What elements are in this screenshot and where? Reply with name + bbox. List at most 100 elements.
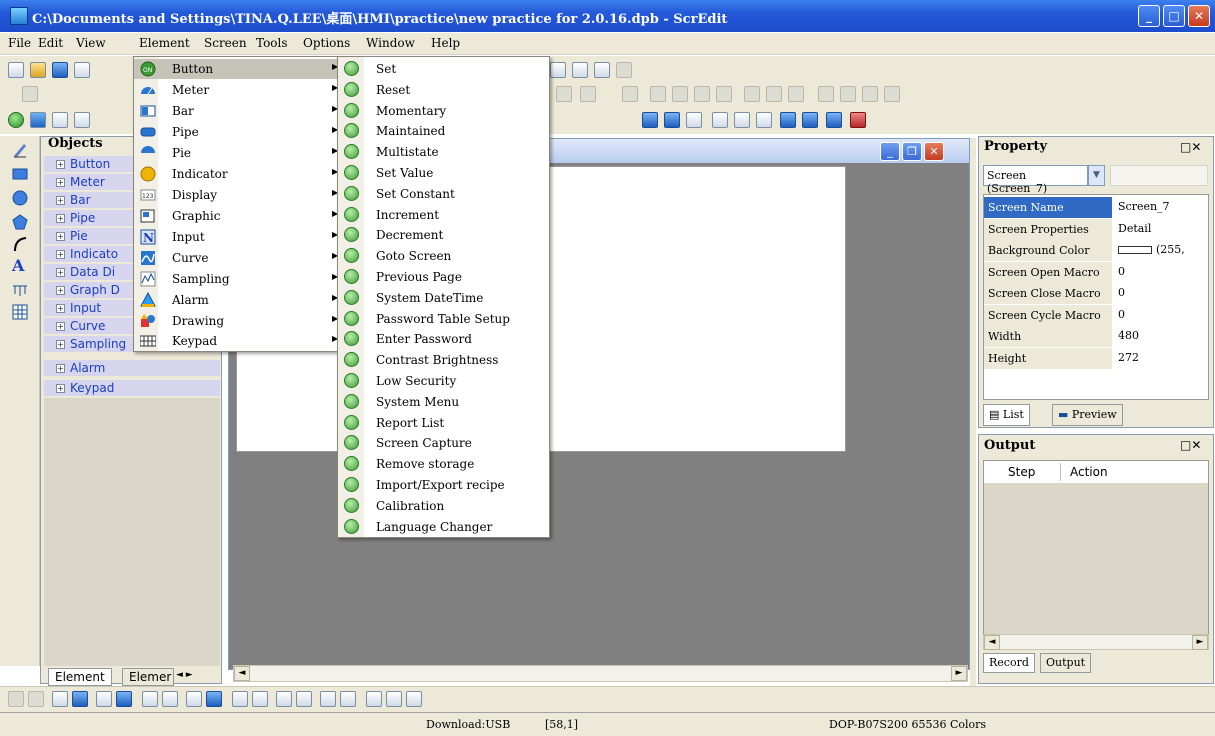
expand-icon[interactable]: + (56, 304, 65, 313)
pipe-element-icon[interactable] (74, 112, 90, 128)
send-back-icon[interactable] (72, 691, 88, 707)
upload-icon[interactable] (712, 112, 728, 128)
property-row[interactable]: Screen Name Screen_7 (984, 197, 1210, 218)
menu-element[interactable]: Element (139, 36, 190, 50)
submenu-item-reset[interactable]: Reset (344, 80, 544, 100)
align-icon[interactable] (744, 86, 760, 102)
tab-output[interactable]: Output (1040, 653, 1092, 673)
menu-options[interactable]: Options (303, 36, 350, 50)
zoom-icon[interactable] (594, 62, 610, 78)
same-height-icon[interactable] (296, 691, 312, 707)
submenu-item-maintained[interactable]: Maintained (344, 121, 544, 141)
zoom-out-icon[interactable] (572, 62, 588, 78)
menu-file[interactable]: File (8, 36, 31, 50)
maximize-button[interactable]: □ (1163, 5, 1185, 27)
open-folder-icon[interactable] (30, 62, 46, 78)
align-icon[interactable] (766, 86, 782, 102)
expand-icon[interactable]: + (56, 384, 65, 393)
scroll-right-icon[interactable]: ► (1192, 635, 1208, 650)
download-icon[interactable] (734, 112, 750, 128)
tab-preview[interactable]: ▬ Preview (1052, 404, 1123, 426)
property-row[interactable]: Width 480 (984, 326, 1210, 347)
space-h-icon[interactable] (320, 691, 336, 707)
save-icon[interactable] (52, 62, 68, 78)
submenu-item-import-export-recipe[interactable]: Import/Export recipe (344, 475, 544, 495)
backward-icon[interactable] (116, 691, 132, 707)
submenu-item-low-security[interactable]: Low Security (344, 371, 544, 391)
column-action[interactable]: Action (1070, 465, 1108, 479)
menu-item-keypad[interactable]: Keypad ▶ (139, 331, 340, 351)
align-right-icon[interactable] (28, 691, 44, 707)
menu-item-pipe[interactable]: Pipe ▶ (140, 122, 340, 142)
center-h-icon[interactable] (232, 691, 248, 707)
align-left-icon[interactable] (8, 691, 24, 707)
line-tool-icon[interactable] (622, 86, 638, 102)
screen-o-icon[interactable] (642, 112, 658, 128)
submenu-item-set-constant[interactable]: Set Constant (344, 184, 544, 204)
property-value[interactable]: 272 (1116, 348, 1208, 369)
tree-item-alarm[interactable]: + Alarm (44, 360, 220, 376)
compile-icon[interactable] (826, 112, 842, 128)
italic-icon[interactable] (556, 86, 572, 102)
property-value[interactable]: Screen_7 (1116, 197, 1208, 218)
property-value[interactable]: 480 (1116, 326, 1208, 347)
submenu-item-contrast-brightness[interactable]: Contrast Brightness (344, 350, 544, 370)
property-value[interactable]: 0 (1116, 262, 1208, 283)
close-button[interactable]: ✕ (1188, 5, 1210, 27)
editor-minimize-button[interactable]: _ (880, 142, 900, 161)
expand-icon[interactable]: + (56, 286, 65, 295)
property-row[interactable]: Screen Open Macro 0 (984, 261, 1210, 283)
align-icon[interactable] (818, 86, 834, 102)
underline-icon[interactable] (580, 86, 596, 102)
menu-item-curve[interactable]: Curve ▶ (140, 248, 340, 268)
submenu-item-system-datetime[interactable]: System DateTime (344, 288, 544, 308)
submenu-item-goto-screen[interactable]: Goto Screen (344, 246, 544, 266)
output-close-icon[interactable]: □✕ (1180, 438, 1201, 452)
tab-element[interactable]: Element (48, 668, 112, 686)
expand-icon[interactable]: + (56, 178, 65, 187)
submenu-item-password-table-setup[interactable]: Password Table Setup (344, 309, 544, 329)
bring-front-icon[interactable] (52, 691, 68, 707)
group-icon[interactable] (386, 691, 402, 707)
bar-element-icon[interactable] (52, 112, 68, 128)
grid-icon[interactable] (366, 691, 382, 707)
editor-hscrollbar[interactable]: ◄ ► (233, 665, 968, 682)
editor-close-button[interactable]: ✕ (924, 142, 944, 161)
align-icon[interactable] (650, 86, 666, 102)
menu-tools[interactable]: Tools (256, 36, 288, 50)
splitter[interactable] (970, 138, 976, 686)
ungroup-icon[interactable] (406, 691, 422, 707)
expand-icon[interactable]: + (56, 160, 65, 169)
property-value[interactable]: 0 (1116, 283, 1208, 304)
submenu-item-calibration[interactable]: Calibration (344, 496, 544, 516)
expand-icon[interactable]: + (56, 322, 65, 331)
menu-view[interactable]: View (76, 36, 106, 50)
submenu-item-remove-storage[interactable]: Remove storage (344, 454, 544, 474)
menu-item-input[interactable]: N Input ▶ (140, 227, 340, 247)
editor-restore-button[interactable]: ❐ (902, 142, 922, 161)
circle-icon[interactable] (12, 190, 28, 206)
expand-icon[interactable]: + (56, 214, 65, 223)
submenu-item-screen-capture[interactable]: Screen Capture (344, 433, 544, 453)
same-width-icon[interactable] (276, 691, 292, 707)
property-close-icon[interactable]: □✕ (1180, 140, 1201, 154)
align-icon[interactable] (672, 86, 688, 102)
align-icon[interactable] (840, 86, 856, 102)
simulate-icon[interactable] (756, 112, 772, 128)
zoom-fit-icon[interactable] (616, 62, 632, 78)
submenu-item-set-value[interactable]: Set Value (344, 163, 544, 183)
arc-icon[interactable] (12, 236, 28, 252)
tab-element-2[interactable]: Elemer (122, 668, 174, 686)
screen-i-icon[interactable] (664, 112, 680, 128)
align-icon[interactable] (716, 86, 732, 102)
menu-item-alarm[interactable]: Alarm ▶ (140, 290, 340, 310)
offline-simulate-icon[interactable] (802, 112, 818, 128)
property-object-select[interactable]: Screen (Screen_7) (983, 165, 1088, 195)
property-row[interactable]: Screen Cycle Macro 0 (984, 304, 1210, 326)
tree-item-keypad[interactable]: + Keypad (44, 380, 220, 396)
tab-list[interactable]: ▤ List (983, 404, 1030, 426)
menu-item-graphic[interactable]: Graphic ▶ (140, 206, 340, 226)
online-simulate-icon[interactable] (780, 112, 796, 128)
meter-element-icon[interactable] (30, 112, 46, 128)
column-step[interactable]: Step (1008, 465, 1035, 479)
